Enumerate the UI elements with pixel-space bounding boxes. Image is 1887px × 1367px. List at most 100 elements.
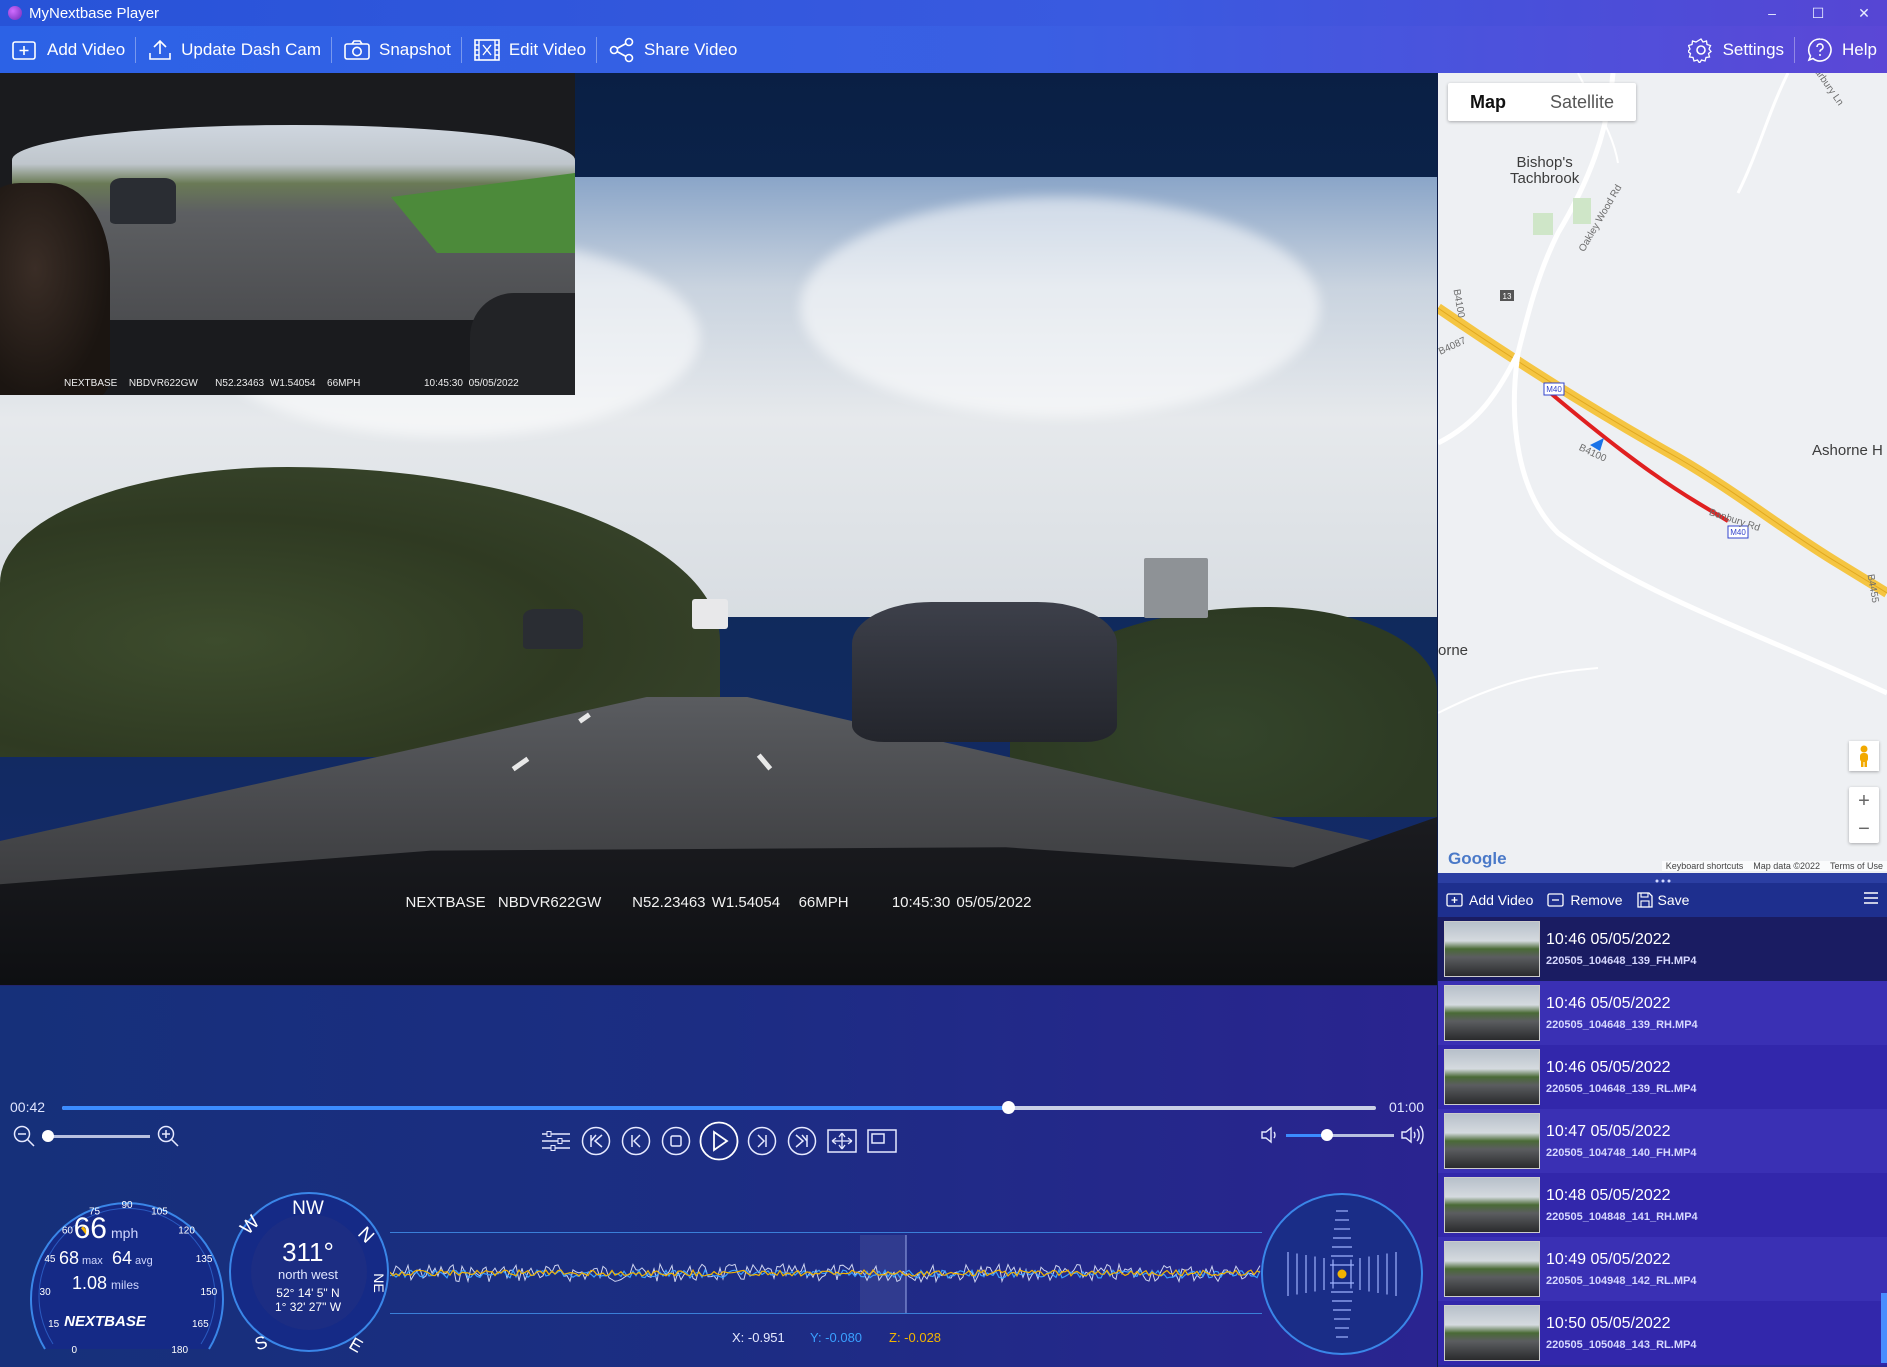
next-frame-button[interactable]	[742, 1121, 782, 1161]
playlist-item-time: 10:46 05/05/2022	[1546, 931, 1671, 948]
skip-to-start-button[interactable]	[576, 1121, 616, 1161]
map-panel[interactable]: 13 M40 M40 Map Satellite Bishop's Tachbr…	[1438, 73, 1887, 873]
zoom-slider[interactable]	[42, 1129, 150, 1142]
share-video-button[interactable]: Share Video	[597, 26, 747, 73]
overlay-model: NBDVR622GW	[128, 378, 198, 389]
seek-progress	[62, 1106, 1009, 1110]
playlist-item-filename: 220505_104948_142_RL.MP4	[1546, 1275, 1697, 1287]
stop-icon	[661, 1126, 691, 1156]
satellite-tab[interactable]: Satellite	[1528, 83, 1636, 121]
add-video-icon	[12, 40, 36, 60]
playlist-add-video-button[interactable]: Add Video	[1446, 892, 1533, 908]
map-park	[1573, 198, 1591, 224]
minimize-button[interactable]: –	[1749, 0, 1795, 26]
playlist-item[interactable]: 10:49 05/05/2022 220505_104948_142_RL.MP…	[1438, 1237, 1887, 1301]
front-video-overlay: NEXTBASE NBDVR622GW N52.23463 W1.54054 6…	[0, 894, 1437, 911]
map-footer: Keyboard shortcuts Map data ©2022 Terms …	[1661, 861, 1887, 871]
edit-video-button[interactable]: Edit Video	[462, 26, 596, 73]
playlist-item-time: 10:47 05/05/2022	[1546, 1123, 1671, 1140]
close-button[interactable]: ✕	[1841, 0, 1887, 26]
volume-handle[interactable]	[1321, 1128, 1334, 1141]
volume-high-icon[interactable]	[1400, 1124, 1424, 1146]
speed-tick-label: 165	[192, 1319, 209, 1330]
save-icon	[1636, 892, 1653, 908]
g-sensor-graph[interactable]	[389, 1232, 1262, 1314]
junction-label: 13	[1503, 292, 1512, 301]
place-line: Tachbrook	[1510, 170, 1580, 187]
remove-icon	[1547, 893, 1565, 907]
max-speed-label: max	[82, 1255, 103, 1267]
avg-speed: 64	[112, 1248, 132, 1268]
map-tab[interactable]: Map	[1448, 83, 1528, 121]
playlist-save-button[interactable]: Save	[1636, 892, 1689, 908]
panel-splitter[interactable]	[1438, 873, 1887, 883]
update-dash-cam-label: Update Dash Cam	[181, 39, 321, 59]
zoom-in-icon[interactable]	[156, 1124, 180, 1148]
nextbase-logo: NEXTBASE	[64, 1313, 147, 1330]
play-button[interactable]	[696, 1121, 742, 1161]
playlist-item[interactable]: 10:46 05/05/2022 220505_104648_139_RL.MP…	[1438, 1045, 1887, 1109]
step-back-icon	[621, 1126, 651, 1156]
zoom-control	[12, 1124, 180, 1148]
overlay-coords: N52.23463 W1.54054	[632, 894, 781, 911]
place-line: Bishop's	[1516, 154, 1573, 171]
playlist-item[interactable]: 10:46 05/05/2022 220505_104648_139_FH.MP…	[1438, 917, 1887, 981]
playlist-menu-button[interactable]	[1863, 891, 1879, 910]
terms-link[interactable]: Terms of Use	[1830, 861, 1883, 871]
overlay-speed: 66MPH	[327, 378, 361, 389]
edit-video-label: Edit Video	[508, 39, 587, 59]
speed-tick-label: 15	[48, 1319, 60, 1330]
map-zoom-in-button[interactable]: +	[1849, 787, 1879, 815]
settings-button[interactable]: Settings	[1676, 26, 1794, 73]
passenger-head	[0, 183, 110, 395]
seek-bar[interactable]	[62, 1101, 1376, 1114]
speed-tick-label: 105	[151, 1207, 168, 1218]
video-area[interactable]: NEXTBASE NBDVR622GW N52.23463 W1.54054 6…	[0, 73, 1437, 986]
keyboard-shortcuts-link[interactable]: Keyboard shortcuts	[1666, 861, 1744, 871]
title-bar: MyNextbase Player – ☐ ✕	[0, 0, 1887, 26]
zoom-handle[interactable]	[42, 1129, 54, 1142]
step-forward-icon	[747, 1126, 777, 1156]
playlist-item[interactable]: 10:46 05/05/2022 220505_104648_139_RH.MP…	[1438, 981, 1887, 1045]
map-canvas[interactable]: 13 M40 M40	[1438, 73, 1887, 873]
playlist-remove-button[interactable]: Remove	[1547, 892, 1623, 908]
snapshot-button[interactable]: Snapshot	[332, 26, 461, 73]
picture-in-picture-button[interactable]	[862, 1121, 902, 1161]
previous-frame-button[interactable]	[616, 1121, 656, 1161]
playlist[interactable]: 10:46 05/05/2022 220505_104648_139_FH.MP…	[1438, 917, 1887, 1367]
volume-low-icon[interactable]	[1260, 1125, 1280, 1145]
map-data-attribution: Map data ©2022	[1753, 861, 1820, 871]
fullscreen-button[interactable]	[822, 1121, 862, 1161]
speed-tick-label: 120	[178, 1226, 195, 1237]
m40-label: M40	[1546, 385, 1562, 394]
adjust-button[interactable]	[536, 1121, 576, 1161]
volume-slider[interactable]	[1286, 1128, 1394, 1141]
help-icon	[1807, 37, 1832, 62]
speed-tick-label: 60	[62, 1226, 74, 1237]
current-speed: 66	[74, 1212, 107, 1245]
seek-handle[interactable]	[1002, 1101, 1016, 1114]
maximize-button[interactable]: ☐	[1795, 0, 1841, 26]
overlay-model: NBDVR622GW	[497, 894, 602, 911]
share-video-label: Share Video	[644, 39, 738, 59]
playlist-item[interactable]: 10:50 05/05/2022 220505_105048_143_RL.MP…	[1438, 1301, 1887, 1365]
help-button[interactable]: Help	[1795, 26, 1887, 73]
add-video-button[interactable]: Add Video	[0, 26, 135, 73]
update-dash-cam-button[interactable]: Update Dash Cam	[136, 26, 331, 73]
map-zoom-out-button[interactable]: −	[1849, 815, 1879, 843]
playlist-scrollbar[interactable]	[1881, 1293, 1887, 1363]
skip-to-end-button[interactable]	[782, 1121, 822, 1161]
stop-button[interactable]	[656, 1121, 696, 1161]
sliders-icon	[542, 1131, 570, 1151]
playlist-item[interactable]: 10:48 05/05/2022 220505_104848_141_RH.MP…	[1438, 1173, 1887, 1237]
place-bishops-tachbrook: Bishop's Tachbrook	[1510, 155, 1579, 187]
street-view-pegman[interactable]	[1849, 741, 1879, 771]
zoom-out-icon[interactable]	[12, 1124, 36, 1148]
playlist-item-filename: 220505_104648_139_FH.MP4	[1546, 955, 1697, 967]
latitude: 52° 14' 5" N	[276, 1286, 339, 1300]
distance-unit: miles	[111, 1278, 139, 1292]
playlist-item[interactable]: 10:47 05/05/2022 220505_104748_140_FH.MP…	[1438, 1109, 1887, 1173]
vehicle-car	[523, 609, 583, 649]
skip-back-icon	[581, 1126, 611, 1156]
rear-camera-video[interactable]: NEXTBASE NBDVR622GW N52.23463 W1.54054 6…	[0, 73, 575, 395]
